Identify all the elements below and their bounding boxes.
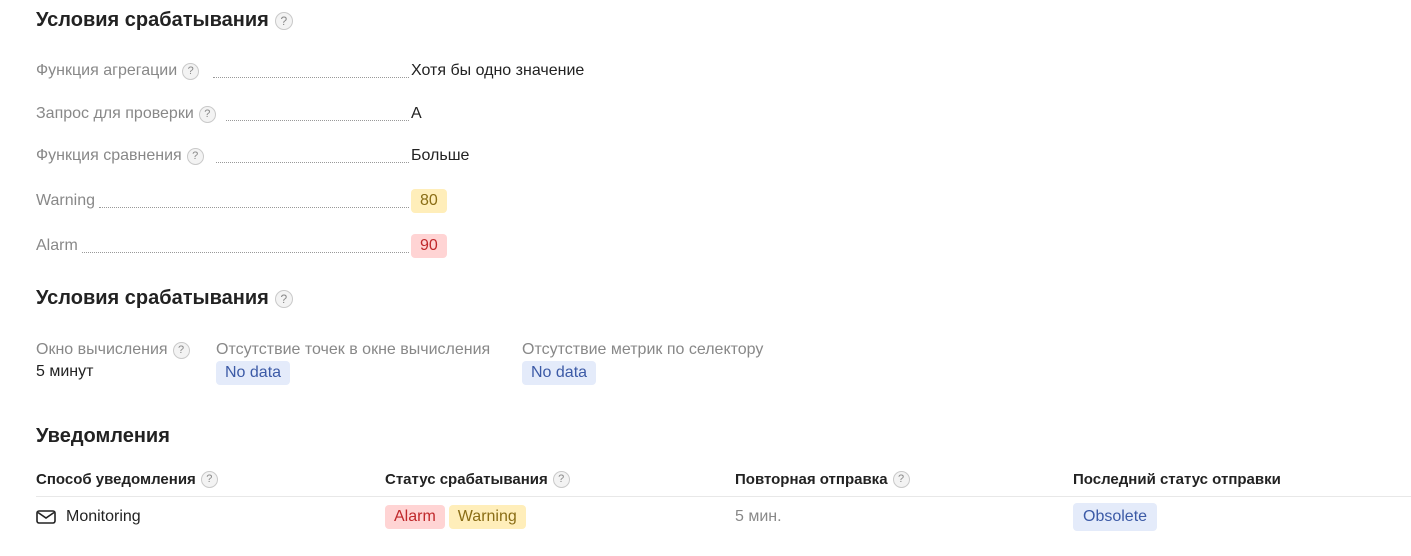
- table-divider: [36, 496, 1411, 497]
- column-header-last-status: Последний статус отправки: [1073, 468, 1281, 490]
- dotted-leader: [213, 77, 409, 78]
- column-header-resend: Повторная отправка ?: [735, 468, 910, 490]
- section-title-text: Условия срабатывания: [36, 9, 269, 31]
- help-icon[interactable]: ?: [172, 341, 190, 359]
- check-query-row: Запрос для проверки ? A: [36, 100, 636, 128]
- notification-resend-cell: 5 мин.: [735, 508, 782, 525]
- row-label: Функция сравнения: [36, 147, 182, 164]
- alarm-threshold-row: Alarm 90: [36, 232, 636, 260]
- check-query-label: Запрос для проверки ?: [36, 105, 216, 123]
- calc-window-field: Окно вычисления ? 5 минут: [36, 340, 190, 381]
- column-header-status: Статус срабатывания ?: [385, 468, 570, 490]
- warning-threshold-row: Warning 80: [36, 187, 636, 215]
- notification-status-cell: Alarm Warning: [385, 502, 526, 532]
- row-label: Функция агрегации: [36, 62, 178, 79]
- comparison-function-label: Функция сравнения ?: [36, 147, 204, 165]
- help-icon[interactable]: ?: [186, 147, 204, 165]
- alarm-threshold-value: 90: [411, 234, 447, 258]
- comparison-function-row: Функция сравнения ? Больше: [36, 142, 636, 170]
- no-points-label: Отсутствие точек в окне вычисления: [216, 341, 491, 358]
- column-label: Статус срабатывания: [385, 470, 548, 488]
- no-metrics-field: Отсутствие метрик по селектору No data: [522, 340, 763, 385]
- last-status-badge: Obsolete: [1073, 503, 1158, 531]
- calc-conditions-title: Условия срабатывания ?: [36, 287, 293, 310]
- help-icon[interactable]: ?: [200, 470, 218, 488]
- alarm-threshold-badge: 90: [411, 234, 447, 258]
- row-label: Запрос для проверки: [36, 105, 194, 122]
- no-metrics-label: Отсутствие метрик по селектору: [522, 341, 764, 358]
- mail-icon: [36, 510, 56, 524]
- no-points-field: Отсутствие точек в окне вычисления No da…: [216, 340, 490, 385]
- column-label: Способ уведомления: [36, 470, 196, 488]
- trigger-conditions-title: Условия срабатывания ?: [36, 9, 293, 32]
- column-label: Повторная отправка: [735, 470, 888, 488]
- no-points-badge: No data: [216, 361, 291, 385]
- alarm-threshold-label: Alarm: [36, 237, 78, 254]
- notification-method-cell[interactable]: Monitoring: [36, 502, 141, 532]
- calc-window-label: Окно вычисления ?: [36, 340, 190, 360]
- dotted-leader: [82, 252, 409, 253]
- dotted-leader: [99, 207, 409, 208]
- no-metrics-badge: No data: [522, 361, 597, 385]
- help-icon[interactable]: ?: [274, 11, 293, 30]
- check-query-value: A: [411, 105, 422, 122]
- warning-threshold-label: Warning: [36, 192, 95, 209]
- help-icon[interactable]: ?: [892, 470, 910, 488]
- warning-threshold-value: 80: [411, 189, 447, 213]
- warning-threshold-badge: 80: [411, 189, 447, 213]
- help-icon[interactable]: ?: [182, 62, 200, 80]
- status-alarm-badge: Alarm: [385, 505, 445, 529]
- aggregation-function-label: Функция агрегации ?: [36, 62, 200, 80]
- dotted-leader: [216, 162, 409, 163]
- column-header-method: Способ уведомления ?: [36, 468, 218, 490]
- aggregation-function-value: Хотя бы одно значение: [411, 62, 585, 79]
- comparison-function-value: Больше: [411, 147, 470, 164]
- section-title-text: Условия срабатывания: [36, 287, 269, 309]
- aggregation-function-row: Функция агрегации ? Хотя бы одно значени…: [36, 57, 636, 85]
- help-icon[interactable]: ?: [552, 470, 570, 488]
- dotted-leader: [226, 120, 409, 121]
- help-icon[interactable]: ?: [274, 289, 293, 308]
- field-label: Окно вычисления: [36, 341, 168, 358]
- notifications-title: Уведомления: [36, 425, 170, 447]
- notification-last-status-cell: Obsolete: [1073, 502, 1158, 532]
- status-warning-badge: Warning: [448, 505, 526, 529]
- calc-window-value: 5 минут: [36, 363, 94, 380]
- help-icon[interactable]: ?: [198, 105, 216, 123]
- notification-method-name[interactable]: Monitoring: [66, 508, 141, 526]
- column-label: Последний статус отправки: [1073, 470, 1281, 488]
